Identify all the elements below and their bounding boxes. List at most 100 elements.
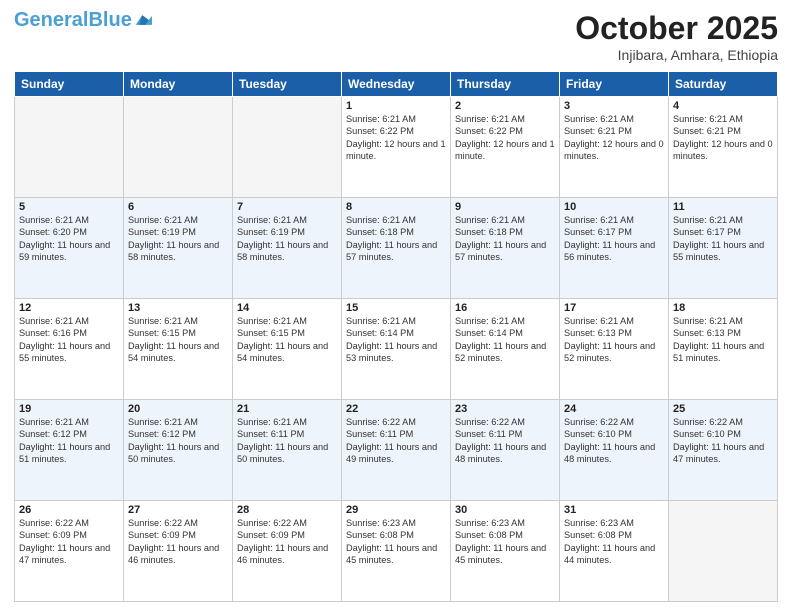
week-row-2: 5Sunrise: 6:21 AMSunset: 6:20 PMDaylight… xyxy=(15,198,778,299)
day-info: Sunrise: 6:23 AMSunset: 6:08 PMDaylight:… xyxy=(455,517,555,567)
day-cell-16: 16Sunrise: 6:21 AMSunset: 6:14 PMDayligh… xyxy=(451,299,560,400)
week-row-1: 1Sunrise: 6:21 AMSunset: 6:22 PMDaylight… xyxy=(15,97,778,198)
day-cell-1: 1Sunrise: 6:21 AMSunset: 6:22 PMDaylight… xyxy=(342,97,451,198)
day-info: Sunrise: 6:21 AMSunset: 6:14 PMDaylight:… xyxy=(346,315,446,365)
day-cell-11: 11Sunrise: 6:21 AMSunset: 6:17 PMDayligh… xyxy=(669,198,778,299)
day-number: 6 xyxy=(128,201,228,213)
empty-cell xyxy=(669,501,778,602)
day-cell-9: 9Sunrise: 6:21 AMSunset: 6:18 PMDaylight… xyxy=(451,198,560,299)
day-cell-27: 27Sunrise: 6:22 AMSunset: 6:09 PMDayligh… xyxy=(124,501,233,602)
day-info: Sunrise: 6:21 AMSunset: 6:22 PMDaylight:… xyxy=(346,113,446,163)
day-cell-28: 28Sunrise: 6:22 AMSunset: 6:09 PMDayligh… xyxy=(233,501,342,602)
day-number: 28 xyxy=(237,504,337,516)
day-number: 5 xyxy=(19,201,119,213)
day-info: Sunrise: 6:21 AMSunset: 6:13 PMDaylight:… xyxy=(673,315,773,365)
day-info: Sunrise: 6:22 AMSunset: 6:09 PMDaylight:… xyxy=(237,517,337,567)
day-info: Sunrise: 6:21 AMSunset: 6:11 PMDaylight:… xyxy=(237,416,337,466)
day-header-thursday: Thursday xyxy=(451,72,560,97)
empty-cell xyxy=(15,97,124,198)
day-number: 30 xyxy=(455,504,555,516)
day-info: Sunrise: 6:21 AMSunset: 6:15 PMDaylight:… xyxy=(237,315,337,365)
day-info: Sunrise: 6:22 AMSunset: 6:09 PMDaylight:… xyxy=(128,517,228,567)
logo: GeneralBlue xyxy=(14,10,152,30)
location: Injibara, Amhara, Ethiopia xyxy=(575,47,778,63)
day-info: Sunrise: 6:21 AMSunset: 6:12 PMDaylight:… xyxy=(128,416,228,466)
logo-blue: Blue xyxy=(88,9,131,31)
day-cell-19: 19Sunrise: 6:21 AMSunset: 6:12 PMDayligh… xyxy=(15,400,124,501)
day-info: Sunrise: 6:23 AMSunset: 6:08 PMDaylight:… xyxy=(346,517,446,567)
day-number: 20 xyxy=(128,403,228,415)
week-row-3: 12Sunrise: 6:21 AMSunset: 6:16 PMDayligh… xyxy=(15,299,778,400)
day-number: 3 xyxy=(564,100,664,112)
day-info: Sunrise: 6:21 AMSunset: 6:21 PMDaylight:… xyxy=(673,113,773,163)
day-number: 31 xyxy=(564,504,664,516)
day-cell-21: 21Sunrise: 6:21 AMSunset: 6:11 PMDayligh… xyxy=(233,400,342,501)
day-cell-30: 30Sunrise: 6:23 AMSunset: 6:08 PMDayligh… xyxy=(451,501,560,602)
day-number: 26 xyxy=(19,504,119,516)
day-number: 2 xyxy=(455,100,555,112)
day-cell-29: 29Sunrise: 6:23 AMSunset: 6:08 PMDayligh… xyxy=(342,501,451,602)
day-cell-18: 18Sunrise: 6:21 AMSunset: 6:13 PMDayligh… xyxy=(669,299,778,400)
day-info: Sunrise: 6:21 AMSunset: 6:16 PMDaylight:… xyxy=(19,315,119,365)
day-number: 21 xyxy=(237,403,337,415)
day-number: 9 xyxy=(455,201,555,213)
month-title: October 2025 xyxy=(575,10,778,47)
day-info: Sunrise: 6:21 AMSunset: 6:17 PMDaylight:… xyxy=(564,214,664,264)
day-cell-26: 26Sunrise: 6:22 AMSunset: 6:09 PMDayligh… xyxy=(15,501,124,602)
day-info: Sunrise: 6:21 AMSunset: 6:15 PMDaylight:… xyxy=(128,315,228,365)
day-info: Sunrise: 6:21 AMSunset: 6:18 PMDaylight:… xyxy=(455,214,555,264)
day-info: Sunrise: 6:21 AMSunset: 6:12 PMDaylight:… xyxy=(19,416,119,466)
day-number: 23 xyxy=(455,403,555,415)
day-info: Sunrise: 6:22 AMSunset: 6:10 PMDaylight:… xyxy=(564,416,664,466)
day-cell-17: 17Sunrise: 6:21 AMSunset: 6:13 PMDayligh… xyxy=(560,299,669,400)
empty-cell xyxy=(233,97,342,198)
day-number: 19 xyxy=(19,403,119,415)
day-cell-15: 15Sunrise: 6:21 AMSunset: 6:14 PMDayligh… xyxy=(342,299,451,400)
title-block: October 2025 Injibara, Amhara, Ethiopia xyxy=(575,10,778,63)
week-row-4: 19Sunrise: 6:21 AMSunset: 6:12 PMDayligh… xyxy=(15,400,778,501)
header-row: SundayMondayTuesdayWednesdayThursdayFrid… xyxy=(15,72,778,97)
day-number: 11 xyxy=(673,201,773,213)
day-header-wednesday: Wednesday xyxy=(342,72,451,97)
day-number: 25 xyxy=(673,403,773,415)
day-info: Sunrise: 6:21 AMSunset: 6:14 PMDaylight:… xyxy=(455,315,555,365)
day-cell-10: 10Sunrise: 6:21 AMSunset: 6:17 PMDayligh… xyxy=(560,198,669,299)
day-info: Sunrise: 6:21 AMSunset: 6:13 PMDaylight:… xyxy=(564,315,664,365)
day-info: Sunrise: 6:22 AMSunset: 6:10 PMDaylight:… xyxy=(673,416,773,466)
day-number: 14 xyxy=(237,302,337,314)
day-cell-4: 4Sunrise: 6:21 AMSunset: 6:21 PMDaylight… xyxy=(669,97,778,198)
day-number: 29 xyxy=(346,504,446,516)
day-number: 4 xyxy=(673,100,773,112)
day-info: Sunrise: 6:22 AMSunset: 6:11 PMDaylight:… xyxy=(346,416,446,466)
day-cell-6: 6Sunrise: 6:21 AMSunset: 6:19 PMDaylight… xyxy=(124,198,233,299)
day-info: Sunrise: 6:21 AMSunset: 6:19 PMDaylight:… xyxy=(237,214,337,264)
day-number: 27 xyxy=(128,504,228,516)
day-cell-12: 12Sunrise: 6:21 AMSunset: 6:16 PMDayligh… xyxy=(15,299,124,400)
day-cell-7: 7Sunrise: 6:21 AMSunset: 6:19 PMDaylight… xyxy=(233,198,342,299)
day-header-saturday: Saturday xyxy=(669,72,778,97)
day-info: Sunrise: 6:21 AMSunset: 6:18 PMDaylight:… xyxy=(346,214,446,264)
day-header-tuesday: Tuesday xyxy=(233,72,342,97)
logo-icon xyxy=(134,13,152,27)
day-info: Sunrise: 6:21 AMSunset: 6:20 PMDaylight:… xyxy=(19,214,119,264)
day-cell-2: 2Sunrise: 6:21 AMSunset: 6:22 PMDaylight… xyxy=(451,97,560,198)
day-number: 24 xyxy=(564,403,664,415)
week-row-5: 26Sunrise: 6:22 AMSunset: 6:09 PMDayligh… xyxy=(15,501,778,602)
logo-general: General xyxy=(14,9,88,31)
day-number: 16 xyxy=(455,302,555,314)
calendar: SundayMondayTuesdayWednesdayThursdayFrid… xyxy=(14,71,778,602)
day-cell-3: 3Sunrise: 6:21 AMSunset: 6:21 PMDaylight… xyxy=(560,97,669,198)
day-number: 15 xyxy=(346,302,446,314)
day-number: 22 xyxy=(346,403,446,415)
day-info: Sunrise: 6:21 AMSunset: 6:19 PMDaylight:… xyxy=(128,214,228,264)
day-cell-8: 8Sunrise: 6:21 AMSunset: 6:18 PMDaylight… xyxy=(342,198,451,299)
day-number: 13 xyxy=(128,302,228,314)
day-info: Sunrise: 6:21 AMSunset: 6:17 PMDaylight:… xyxy=(673,214,773,264)
day-cell-13: 13Sunrise: 6:21 AMSunset: 6:15 PMDayligh… xyxy=(124,299,233,400)
day-header-sunday: Sunday xyxy=(15,72,124,97)
header: GeneralBlue October 2025 Injibara, Amhar… xyxy=(14,10,778,63)
day-cell-14: 14Sunrise: 6:21 AMSunset: 6:15 PMDayligh… xyxy=(233,299,342,400)
day-info: Sunrise: 6:22 AMSunset: 6:09 PMDaylight:… xyxy=(19,517,119,567)
page: GeneralBlue October 2025 Injibara, Amhar… xyxy=(0,0,792,612)
day-header-monday: Monday xyxy=(124,72,233,97)
